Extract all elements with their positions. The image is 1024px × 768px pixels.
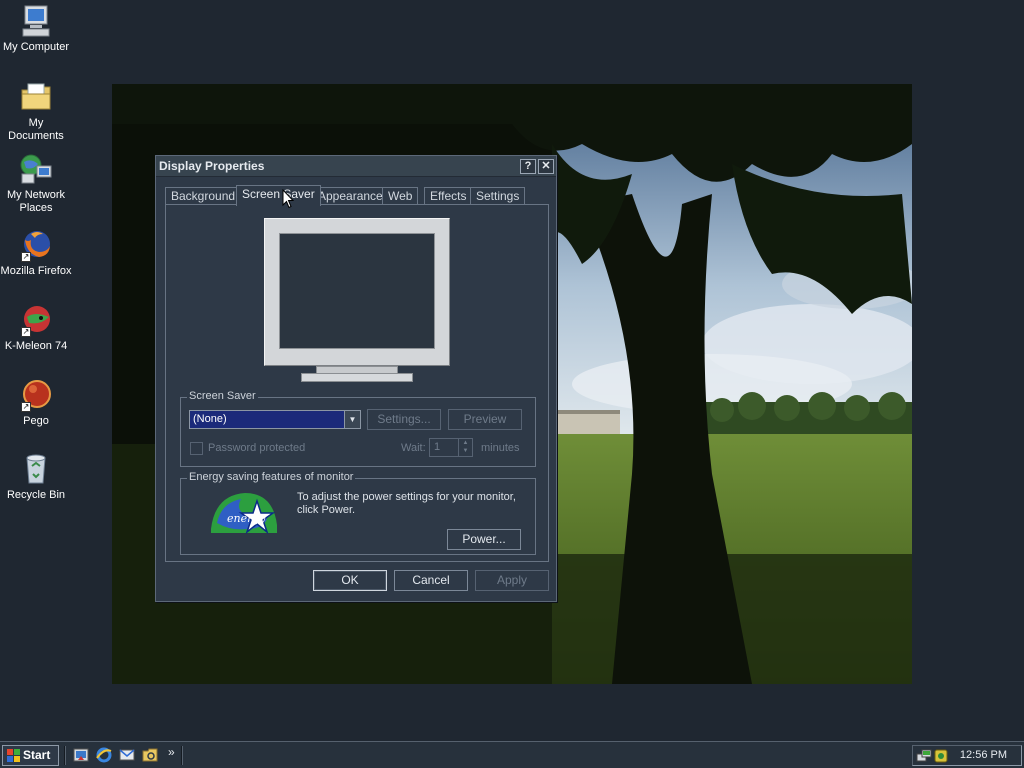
desktop-icon-pego[interactable]: ↗ Pego <box>0 378 72 428</box>
wait-minutes-stepper[interactable]: 1 ▲ ▼ <box>429 438 473 457</box>
desktop-icon-my-network-places[interactable]: My Network Places <box>0 152 72 215</box>
screen-saver-group: Screen Saver (None) ▼ Settings... Previe… <box>180 390 536 467</box>
tab-effects[interactable]: Effects <box>424 187 473 205</box>
security-tray-icon[interactable] <box>933 748 949 764</box>
wait-label: Wait: <box>401 442 426 454</box>
monitor-base <box>301 373 413 382</box>
help-button[interactable]: ? <box>520 159 536 174</box>
wait-minutes-value: 1 <box>434 441 441 453</box>
taskbar-separator <box>181 746 183 765</box>
tab-screen-saver[interactable]: Screen Saver <box>236 185 321 206</box>
pego-icon: ↗ <box>19 378 53 412</box>
kmeleon-icon: ↗ <box>19 303 53 337</box>
password-protected-label: Password protected <box>208 442 306 454</box>
desktop-icon-label: My Documents <box>8 117 64 142</box>
outlook-express-icon[interactable] <box>119 747 135 763</box>
stepper-arrows-icon[interactable]: ▲ ▼ <box>458 439 472 456</box>
password-protected-checkbox[interactable] <box>190 442 203 455</box>
network-icon <box>19 152 53 186</box>
settings-button[interactable]: Settings... <box>367 409 441 430</box>
mouse-cursor-icon <box>282 189 294 209</box>
power-button[interactable]: Power... <box>447 529 521 550</box>
system-tray: 12:56 PM <box>912 745 1022 766</box>
screen-saver-group-label: Screen Saver <box>187 390 258 403</box>
tab-web[interactable]: Web <box>382 187 419 205</box>
energy-star-logo: energy <box>207 489 281 535</box>
screen-saver-panel: Screen Saver (None) ▼ Settings... Previe… <box>165 204 549 562</box>
monitor-preview <box>264 218 450 390</box>
start-label: Start <box>23 748 51 762</box>
desktop-icon-label: My Computer <box>2 41 70 53</box>
internet-explorer-icon[interactable] <box>96 747 112 763</box>
desktop-icon-label: My Network Places <box>6 189 66 214</box>
cancel-button[interactable]: Cancel <box>394 570 468 591</box>
energy-logo-text: energy <box>227 512 266 525</box>
network-connection-icon[interactable] <box>916 748 932 764</box>
screen-saver-selected-value: (None) <box>193 413 227 425</box>
monitor-bezel <box>264 218 450 366</box>
taskbar-separator <box>64 746 66 765</box>
energy-description: To adjust the power settings for your mo… <box>297 491 516 516</box>
desktop-icon-my-documents[interactable]: My Documents <box>0 80 72 143</box>
recycle-bin-icon <box>19 452 53 486</box>
screen-saver-dropdown[interactable]: (None) ▼ <box>189 410 361 429</box>
firefox-icon: ↗ <box>19 228 53 262</box>
desktop-icon-k-meleon[interactable]: ↗ K-Meleon 74 <box>0 303 72 353</box>
computer-icon <box>19 4 53 38</box>
chevron-down-icon[interactable]: ▼ <box>344 411 360 428</box>
close-button[interactable]: ✕ <box>538 159 554 174</box>
show-desktop-icon[interactable] <box>73 747 89 763</box>
quick-launch-overflow-chevron[interactable]: » <box>168 745 175 759</box>
apply-button[interactable]: Apply <box>475 570 549 591</box>
taskbar: Start » 12:56 PM <box>0 741 1024 768</box>
folder-icon <box>19 80 53 114</box>
tab-settings[interactable]: Settings <box>470 187 526 205</box>
energy-saving-group: Energy saving features of monitor energy… <box>180 471 536 555</box>
minutes-label: minutes <box>481 442 520 454</box>
shortcut-arrow-icon: ↗ <box>21 252 31 262</box>
start-button[interactable]: Start <box>2 745 59 766</box>
desktop-icon-label: Recycle Bin <box>6 489 66 501</box>
desktop-icon-my-computer[interactable]: My Computer <box>0 4 72 54</box>
preview-button[interactable]: Preview <box>448 409 522 430</box>
tab-background[interactable]: Background <box>165 187 242 205</box>
desktop-icon-mozilla-firefox[interactable]: ↗ Mozilla Firefox <box>0 228 72 278</box>
taskbar-clock[interactable]: 12:56 PM <box>960 749 1007 761</box>
desktop-icon-label: K-Meleon 74 <box>4 340 68 352</box>
windows-explorer-icon[interactable] <box>142 747 158 763</box>
windows-logo-icon <box>7 749 20 762</box>
tab-appearance[interactable]: Appearance <box>312 187 389 205</box>
ok-button[interactable]: OK <box>313 570 387 591</box>
window-title: Display Properties <box>159 159 265 173</box>
desktop-icon-label: Pego <box>23 415 49 427</box>
shortcut-arrow-icon: ↗ <box>21 327 31 337</box>
shortcut-arrow-icon: ↗ <box>21 402 31 412</box>
energy-saving-group-label: Energy saving features of monitor <box>187 471 356 484</box>
display-properties-window: Display Properties ? ✕ Background Screen… <box>155 155 557 602</box>
title-bar[interactable]: Display Properties ? ✕ <box>156 156 556 177</box>
desktop-icon-label: Mozilla Firefox <box>0 265 72 277</box>
monitor-screen-preview <box>279 233 435 349</box>
desktop-icon-recycle-bin[interactable]: Recycle Bin <box>0 452 72 502</box>
